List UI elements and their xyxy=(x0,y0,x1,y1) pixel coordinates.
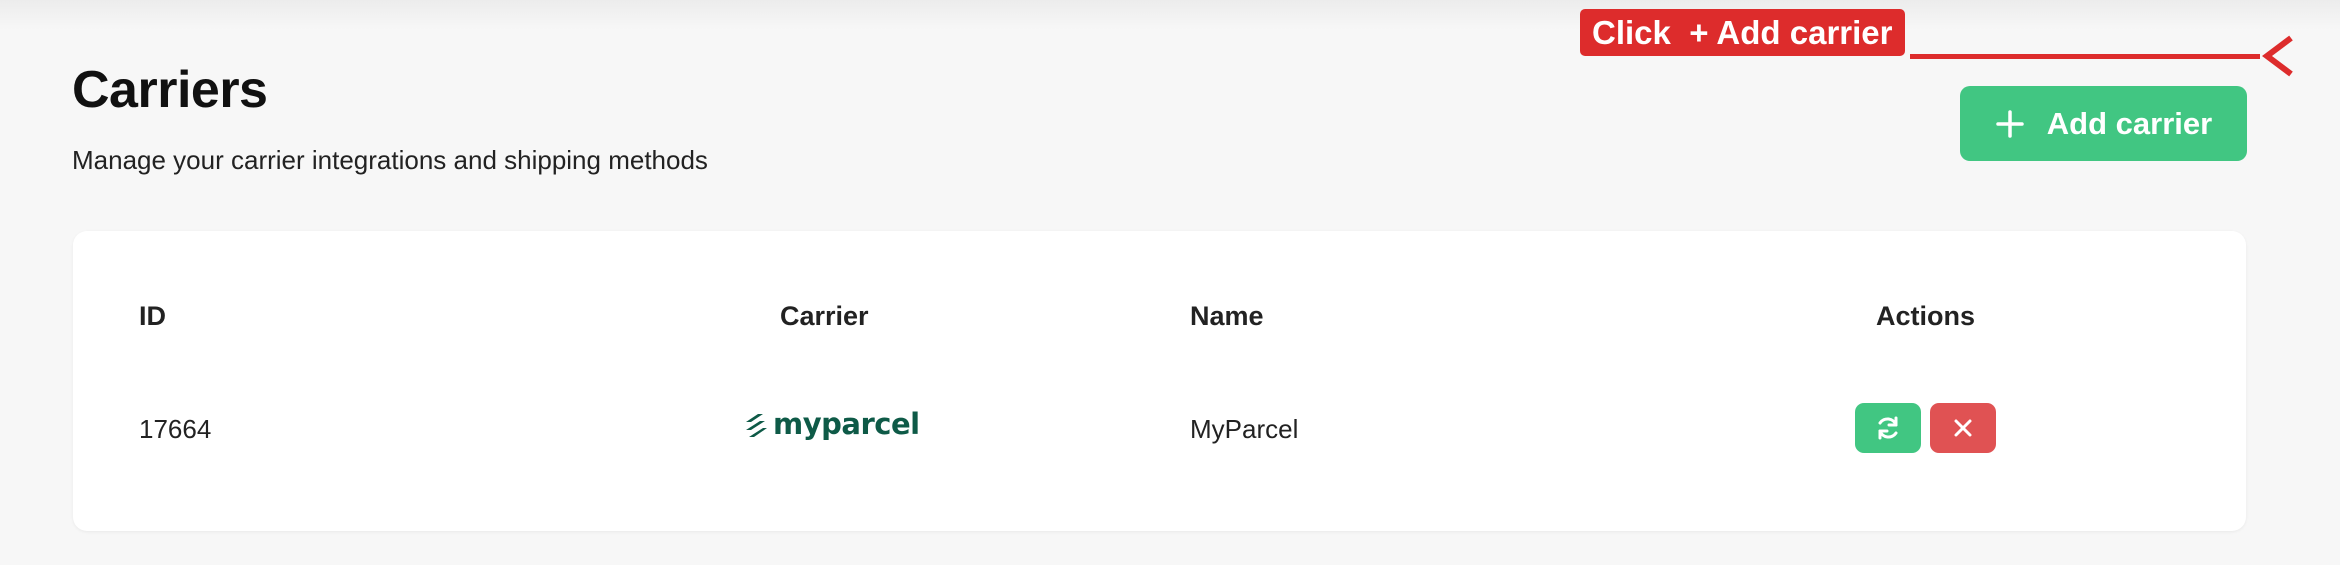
refresh-carrier-button[interactable] xyxy=(1855,403,1921,453)
annotation-arrowhead-icon xyxy=(2262,35,2293,77)
column-header-id: ID xyxy=(139,301,166,331)
add-carrier-button[interactable]: Add carrier xyxy=(1960,86,2247,161)
page-subtitle: Manage your carrier integrations and shi… xyxy=(72,145,708,175)
myparcel-logo-icon xyxy=(746,414,767,437)
delete-carrier-button[interactable] xyxy=(1930,403,1996,453)
instruction-annotation: Click + Add carrier xyxy=(1580,9,1905,56)
page-title: Carriers xyxy=(72,61,268,119)
close-icon xyxy=(1954,419,1972,437)
carriers-table: ID Carrier Name Actions 17664 myparcel M… xyxy=(73,231,2246,531)
column-header-actions: Actions xyxy=(1876,301,1976,331)
top-shadow xyxy=(0,0,2340,30)
carrier-logo: myparcel xyxy=(743,407,920,441)
column-header-name: Name xyxy=(1190,301,1264,331)
plus-icon xyxy=(1995,109,2025,139)
annotation-arrow-icon xyxy=(1910,54,2260,59)
add-carrier-label: Add carrier xyxy=(2046,105,2213,141)
column-header-carrier: Carrier xyxy=(780,301,869,331)
refresh-icon xyxy=(1878,416,1898,440)
row-id: 17664 xyxy=(139,414,212,444)
carrier-logo-wordmark: myparcel xyxy=(773,407,920,441)
row-name: MyParcel xyxy=(1190,414,1299,444)
